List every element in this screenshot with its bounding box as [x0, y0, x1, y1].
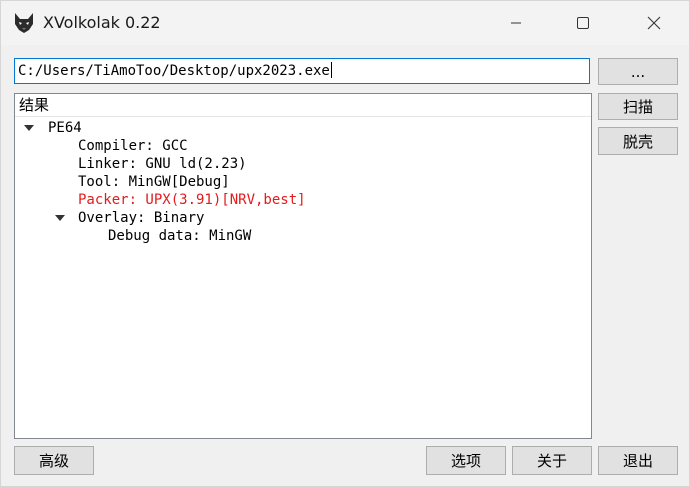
unpack-button[interactable]: 脱壳: [598, 127, 678, 155]
results-header[interactable]: 结果: [15, 94, 591, 117]
tree-node-compiler[interactable]: Compiler: GCC: [78, 137, 188, 155]
tree-node-overlay[interactable]: Overlay: Binary: [78, 209, 204, 227]
title-bar[interactable]: XVolkolak 0.22: [1, 1, 689, 45]
file-path-input[interactable]: C:/Users/TiAmoToo/Desktop/upx2023.exe: [14, 58, 590, 84]
window-title: XVolkolak 0.22: [43, 13, 161, 32]
tree-node-pe64[interactable]: PE64: [48, 119, 82, 137]
close-button[interactable]: [631, 1, 677, 45]
expand-arrow-icon[interactable]: [55, 215, 65, 221]
file-path-value: C:/Users/TiAmoToo/Desktop/upx2023.exe: [18, 63, 330, 79]
options-button[interactable]: 选项: [426, 446, 506, 475]
maximize-button[interactable]: [560, 1, 606, 45]
app-window: XVolkolak 0.22 C:/Users/TiAmoToo/Desktop…: [0, 0, 690, 487]
minimize-icon: [511, 22, 521, 24]
close-icon: [647, 16, 661, 30]
tree-node-debug-data[interactable]: Debug data: MinGW: [108, 227, 251, 245]
browse-button[interactable]: ...: [598, 58, 678, 85]
exit-button[interactable]: 退出: [598, 446, 678, 475]
scan-button[interactable]: 扫描: [598, 93, 678, 120]
tree-node-tool[interactable]: Tool: MinGW[Debug]: [78, 173, 230, 191]
text-caret: [330, 62, 332, 78]
wolf-head-icon: [15, 13, 33, 33]
tree-node-linker[interactable]: Linker: GNU ld(2.23): [78, 155, 247, 173]
tree-node-packer[interactable]: Packer: UPX(3.91)[NRV,best]: [78, 191, 306, 209]
results-tree[interactable]: 结果 PE64 Compiler: GCC Linker: GNU ld(2.2…: [14, 93, 592, 439]
maximize-icon: [577, 17, 589, 29]
minimize-button[interactable]: [493, 1, 539, 45]
expand-arrow-icon[interactable]: [24, 125, 34, 131]
about-button[interactable]: 关于: [512, 446, 592, 475]
advanced-button[interactable]: 高级: [14, 446, 94, 475]
